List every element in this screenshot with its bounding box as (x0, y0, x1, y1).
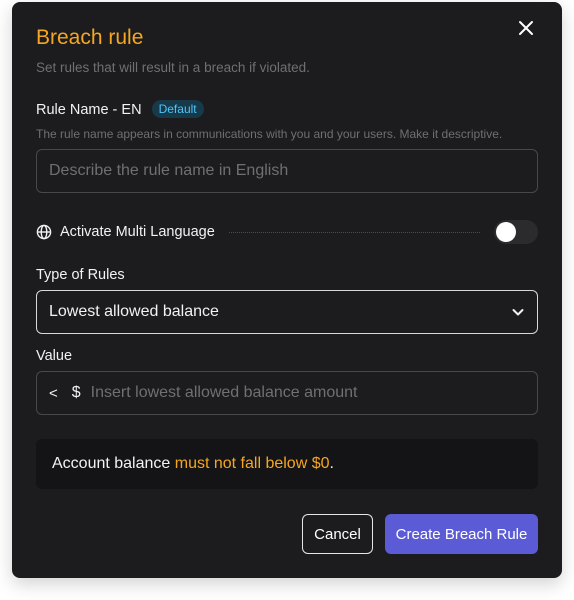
rule-name-helper: The rule name appears in communications … (36, 127, 503, 141)
cancel-button[interactable]: Cancel (302, 514, 373, 554)
rule-name-input[interactable] (37, 150, 537, 192)
close-button[interactable] (514, 16, 538, 40)
toggle-knob (496, 222, 516, 242)
summary-highlight: must not fall below $0 (174, 455, 330, 472)
value-field: < $ (36, 371, 538, 415)
multi-language-label: Activate Multi Language (60, 224, 215, 240)
summary-suffix: . (329, 455, 334, 472)
operator-symbol: < (49, 384, 58, 402)
rule-name-field (36, 149, 538, 193)
summary-prefix: Account balance (52, 455, 175, 472)
type-of-rules-select[interactable]: Lowest allowed balance (36, 290, 538, 334)
type-of-rules-value: Lowest allowed balance (49, 303, 219, 320)
default-badge: Default (151, 100, 204, 118)
modal-subtitle: Set rules that will result in a breach i… (36, 60, 310, 75)
value-input[interactable] (80, 372, 537, 414)
value-label: Value (36, 348, 73, 364)
breach-rule-modal: Breach rule Set rules that will result i… (12, 2, 562, 578)
rule-name-label: Rule Name - EN (36, 102, 142, 118)
multi-language-row: Activate Multi Language (36, 219, 538, 245)
currency-symbol: $ (71, 384, 81, 401)
chevron-down-icon (512, 309, 524, 316)
rule-summary-box: Account balance must not fall below $0. (36, 439, 538, 489)
globe-icon (36, 224, 52, 240)
modal-title: Breach rule (36, 26, 144, 49)
type-of-rules-label: Type of Rules (36, 267, 125, 283)
close-icon (519, 21, 533, 35)
rule-name-label-row: Rule Name - EN Default (36, 100, 204, 119)
create-breach-rule-button[interactable]: Create Breach Rule (385, 514, 538, 554)
dotted-divider (228, 231, 480, 233)
multi-language-toggle[interactable] (494, 220, 538, 244)
